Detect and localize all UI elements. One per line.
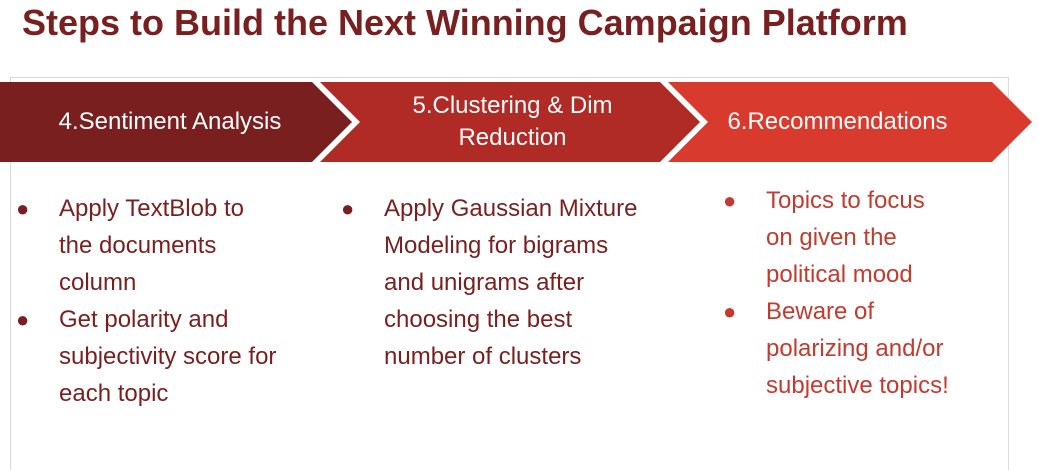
bullet-item: ● Beware of polarizing and/or subjective… <box>723 293 1023 404</box>
bullet-item: ● Apply TextBlob to the documents column <box>16 190 336 301</box>
step-5-bullets: ● Apply Gaussian Mixture Modeling for bi… <box>341 190 671 375</box>
bullet-item: ● Get polarity and subjectivity score fo… <box>16 301 336 412</box>
step-6-label-text: 6.Recommendations <box>727 108 948 135</box>
bullet-line: Modeling for bigrams <box>384 232 609 259</box>
step-4-label: 4.Sentiment Analysis <box>20 82 320 162</box>
bullet-line: the documents <box>59 232 217 259</box>
bullet-line: Beware of <box>766 298 875 325</box>
bullet-line: Topics to focus <box>766 187 925 214</box>
bullet-line: political mood <box>766 261 913 288</box>
bullet-dot: ● <box>723 299 737 324</box>
step-6-bullets: ● Topics to focus on given the political… <box>723 182 1023 404</box>
bullet-dot: ● <box>16 307 30 332</box>
bullet-dot: ● <box>723 188 737 213</box>
bullet-line: choosing the best <box>384 306 573 333</box>
step-5-label-line2: Reduction <box>458 124 567 151</box>
bullet-dot: ● <box>16 196 30 221</box>
page-title: Steps to Build the Next Winning Campaign… <box>22 2 908 43</box>
step-6-label: 6.Recommendations <box>700 82 975 162</box>
bullet-line: number of clusters <box>384 343 582 370</box>
step-5-label-line1: 5.Clustering & Dim <box>412 92 613 119</box>
bullet-item: ● Apply Gaussian Mixture Modeling for bi… <box>341 190 671 375</box>
bullet-line: and unigrams after <box>384 269 585 296</box>
bullet-item: ● Topics to focus on given the political… <box>723 182 1023 293</box>
bullet-line: Apply Gaussian Mixture <box>384 195 638 222</box>
step-4-label-text: 4.Sentiment Analysis <box>58 108 282 135</box>
bullet-line: polarizing and/or <box>766 335 944 362</box>
bullet-line: subjectivity score for <box>59 343 277 370</box>
bullet-line: each topic <box>59 380 169 407</box>
step-5-label: 5.Clustering & Dim Reduction <box>360 82 665 162</box>
bullet-line: on given the <box>766 224 897 251</box>
bullet-line: column <box>59 269 137 296</box>
bullet-line: subjective topics! <box>766 372 949 399</box>
step-4-bullets: ● Apply TextBlob to the documents column… <box>16 190 336 412</box>
bullet-dot: ● <box>341 196 355 221</box>
bullet-line: Get polarity and <box>59 306 229 333</box>
bullet-line: Apply TextBlob to <box>59 195 245 222</box>
